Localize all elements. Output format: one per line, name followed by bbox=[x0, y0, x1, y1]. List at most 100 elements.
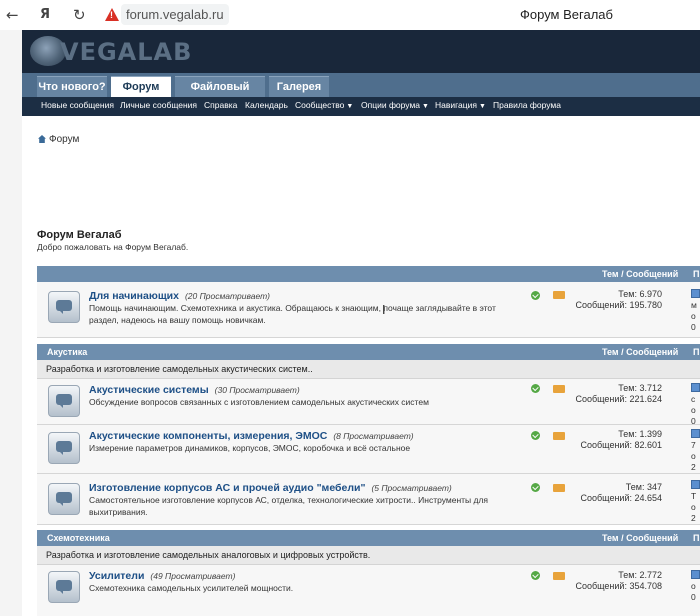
caret-down-icon: ▼ bbox=[422, 103, 429, 110]
forum-description: Самостоятельное изготовление корпусов АС… bbox=[89, 495, 489, 517]
page-tab-title: Форум Вегалаб bbox=[520, 7, 613, 22]
subnav-help[interactable]: Справка bbox=[204, 100, 237, 110]
tab-forum[interactable]: Форум bbox=[111, 76, 171, 99]
forum-row: Для начинающих (20 Просматривает) Помощь … bbox=[37, 282, 700, 338]
forum-description: Схемотехника самодельных усилителей мощн… bbox=[89, 583, 294, 593]
last-post-text: 2 bbox=[691, 462, 696, 472]
stats-column-header: Тем / Сообщений bbox=[602, 533, 679, 543]
forum-viewers: (30 Просматривает) bbox=[214, 385, 300, 395]
forum-description: Помощь начинающим. Схемотехника и акусти… bbox=[89, 303, 496, 325]
section-description: Разработка и изготовление самодельных ак… bbox=[37, 360, 700, 379]
forum-stats: Тем: 2.772 Сообщений: 354.708 bbox=[562, 570, 662, 592]
last-post-text: Т bbox=[691, 491, 697, 501]
forum-icon bbox=[48, 571, 80, 603]
forum-icon bbox=[48, 385, 80, 417]
page-title: Форум Вегалаб bbox=[37, 229, 122, 241]
topic-count: Тем: 2.772 bbox=[618, 570, 662, 580]
topic-count: Тем: 3.712 bbox=[618, 383, 662, 393]
topic-count: Тем: 6.970 bbox=[618, 289, 662, 299]
last-post-text: 0 bbox=[691, 322, 696, 332]
page-subtitle: Добро пожаловать на Форум Вегалаб. bbox=[37, 242, 189, 252]
section-header: Акустика Тем / Сообщений П bbox=[37, 344, 700, 360]
subnav-forum-rules[interactable]: Правила форума bbox=[493, 100, 561, 110]
text-cursor-icon: I bbox=[382, 303, 386, 317]
forum-title-link[interactable]: Усилители bbox=[89, 570, 144, 582]
back-arrow-icon[interactable]: ← bbox=[6, 7, 19, 23]
caret-down-icon: ▼ bbox=[479, 103, 486, 110]
breadcrumb[interactable]: Форум bbox=[38, 134, 79, 145]
last-post-text: о bbox=[691, 311, 696, 321]
last-post-column[interactable]: с о 0 bbox=[691, 383, 700, 427]
status-check-icon bbox=[531, 384, 540, 393]
section-description: Разработка и изготовление самодельных ан… bbox=[37, 546, 700, 565]
caret-down-icon: ▼ bbox=[346, 103, 354, 110]
subnav-forum-options[interactable]: Опции форума ▼ bbox=[361, 100, 429, 110]
page-margin bbox=[0, 30, 22, 616]
status-check-icon bbox=[531, 571, 540, 580]
subnav-new-posts[interactable]: Новые сообщения bbox=[41, 100, 114, 110]
forum-description: Измерение параметров динамиков, корпусов… bbox=[89, 443, 411, 453]
last-post-column-header: П bbox=[693, 347, 700, 357]
section-description-text: Разработка и изготовление самодельных ан… bbox=[46, 550, 371, 560]
last-post-text: м bbox=[691, 300, 697, 310]
forum-title-link[interactable]: Для начинающих bbox=[89, 290, 179, 302]
forum-row: Усилители (49 Просматривает) Схемотехника… bbox=[37, 565, 700, 616]
post-count: Сообщений: 24.654 bbox=[580, 493, 662, 503]
post-count: Сообщений: 221.624 bbox=[575, 394, 662, 404]
subnav-private-messages[interactable]: Личные сообщения bbox=[120, 100, 197, 110]
home-icon bbox=[38, 135, 46, 143]
forum-title-row: Акустические системы (30 Просматривает) bbox=[89, 384, 300, 396]
forum-icon bbox=[48, 432, 80, 464]
last-post-column[interactable]: о 0 bbox=[691, 570, 700, 603]
last-post-text: 0 bbox=[691, 592, 696, 602]
forum-title-link[interactable]: Акустические компоненты, измерения, ЭМОС bbox=[89, 430, 327, 442]
site-logo[interactable]: VEGALAB bbox=[30, 34, 230, 70]
tab-gallery[interactable]: Галерея bbox=[269, 76, 329, 98]
section-name[interactable]: Схемотехника bbox=[47, 530, 110, 546]
last-post-text: с bbox=[691, 394, 696, 404]
subnav-navigation[interactable]: Навигация ▼ bbox=[435, 100, 486, 110]
breadcrumb-label: Форум bbox=[49, 134, 80, 145]
tab-whats-new[interactable]: Что нового? bbox=[37, 76, 107, 98]
last-post-column[interactable]: Т о 2 bbox=[691, 480, 700, 524]
post-count: Сообщений: 354.708 bbox=[575, 581, 662, 591]
status-check-icon bbox=[531, 431, 540, 440]
topic-count: Тем: 347 bbox=[625, 482, 662, 492]
forum-viewers: (5 Просматривает) bbox=[371, 483, 452, 493]
yandex-icon[interactable]: Я bbox=[40, 7, 50, 23]
stats-column-header: Тем / Сообщений bbox=[602, 347, 679, 357]
last-post-icon bbox=[691, 570, 700, 579]
forum-title-link[interactable]: Акустические системы bbox=[89, 384, 209, 396]
last-post-icon bbox=[691, 429, 700, 438]
last-post-text: о bbox=[691, 581, 696, 591]
section-header: Схемотехника Тем / Сообщений П bbox=[37, 530, 700, 546]
address-bar[interactable]: forum.vegalab.ru bbox=[121, 4, 229, 25]
last-post-text: о bbox=[691, 405, 696, 415]
reload-icon[interactable]: ↻ bbox=[73, 7, 86, 23]
warning-icon[interactable]: ! bbox=[105, 8, 119, 21]
forum-viewers: (49 Просматривает) bbox=[150, 571, 236, 581]
forum-row: Изготовление корпусов АС и прочей аудио … bbox=[37, 474, 700, 525]
section-name[interactable]: Акустика bbox=[47, 344, 87, 360]
forum-title-row: Акустические компоненты, измерения, ЭМОС… bbox=[89, 430, 414, 442]
forum-icon bbox=[48, 291, 80, 323]
forum-title-link[interactable]: Изготовление корпусов АС и прочей аудио … bbox=[89, 482, 365, 494]
last-post-column[interactable]: 7 о 2 bbox=[691, 429, 700, 473]
main-nav: Что нового? Форум Файловый архив Галерея bbox=[22, 73, 700, 114]
last-post-column[interactable]: м о 0 bbox=[691, 289, 700, 333]
subnav-calendar[interactable]: Календарь bbox=[245, 100, 288, 110]
last-post-column-header: П bbox=[693, 533, 700, 543]
last-post-text: о bbox=[691, 502, 696, 512]
status-check-icon bbox=[531, 291, 540, 300]
forum-stats: Тем: 1.399 Сообщений: 82.601 bbox=[562, 429, 662, 451]
subnav-forum-options-label: Опции форума bbox=[361, 100, 421, 110]
sub-nav: Новые сообщения Личные сообщения Справка… bbox=[22, 97, 700, 116]
subnav-community[interactable]: Сообщество ▼ bbox=[295, 100, 353, 110]
section-header: Тем / Сообщений П bbox=[37, 266, 700, 282]
forum-title-row: Для начинающих (20 Просматривает) bbox=[89, 290, 270, 302]
site-header: VEGALAB bbox=[22, 30, 700, 73]
tab-file-archive[interactable]: Файловый архив bbox=[175, 76, 265, 114]
logo-text: VEGALAB bbox=[60, 38, 193, 66]
last-post-icon bbox=[691, 383, 700, 392]
last-post-text: 7 bbox=[691, 440, 696, 450]
